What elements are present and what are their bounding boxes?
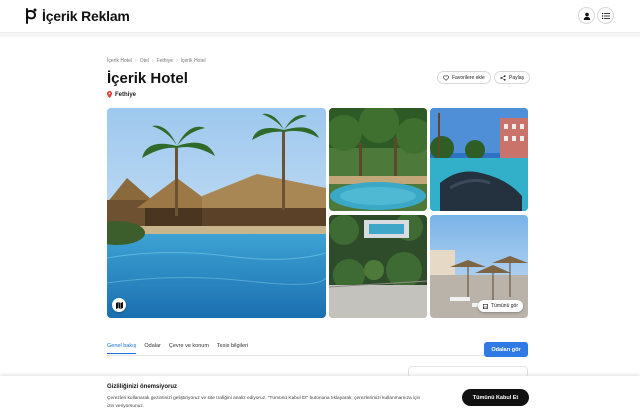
share-icon xyxy=(500,74,506,81)
tab-overview[interactable]: Genel bakış xyxy=(107,343,137,354)
gallery-photo-2[interactable] xyxy=(329,108,427,211)
gallery-icon xyxy=(483,303,489,309)
share-button[interactable]: Paylaş xyxy=(494,71,531,84)
share-label: Paylaş xyxy=(509,74,525,81)
map-button[interactable] xyxy=(112,298,126,312)
heart-icon xyxy=(443,74,449,81)
hotel-detail-page: İçerik Hotel › Otel › Fethiye › İçerik Hote… xyxy=(0,37,640,420)
gallery-photo-main[interactable] xyxy=(107,108,326,318)
accept-all-cookies-button[interactable]: Tümünü Kabul Et xyxy=(462,389,529,406)
location-text: Fethiye xyxy=(115,91,137,98)
favorite-button[interactable]: Favorilere ekle xyxy=(437,71,491,84)
breadcrumb: İçerik Hotel › Otel › Fethiye › İçerik Hote… xyxy=(107,58,206,64)
cookie-title: Gizliliğinizi önemsiyoruz xyxy=(107,384,178,390)
favorite-label: Favorilere ekle xyxy=(452,74,485,81)
cookie-banner: Gizliliğinizi önemsiyoruz Çerezleri kull… xyxy=(0,376,640,420)
top-navbar: İçerik Reklam xyxy=(0,0,640,33)
tab-rooms[interactable]: Odalar xyxy=(144,343,161,354)
breadcrumb-item: İçerik Hotel xyxy=(180,58,206,64)
cookie-description: Çerezleri kullanarak gezintinizi gelişti… xyxy=(107,396,421,409)
see-rooms-button[interactable]: Odaları gör xyxy=(484,342,528,357)
user-icon xyxy=(583,12,590,20)
brand-logo[interactable]: İçerik Reklam xyxy=(24,7,130,25)
list-icon xyxy=(601,12,610,19)
see-all-photos-button[interactable]: Tümünü gör xyxy=(478,300,523,312)
brand-mark-icon xyxy=(26,8,37,24)
location-pin-icon xyxy=(107,91,112,98)
user-button[interactable] xyxy=(578,7,595,24)
map-icon xyxy=(115,301,123,309)
brand-name: İçerik Reklam xyxy=(42,8,130,24)
breadcrumb-item[interactable]: Otel xyxy=(140,58,149,64)
hotel-title: İçerik Hotel xyxy=(107,70,188,87)
menu-button[interactable] xyxy=(597,7,614,24)
garden-pool-image xyxy=(329,108,427,211)
breadcrumb-item[interactable]: İçerik Hotel xyxy=(107,58,132,64)
gallery-photo-5[interactable]: Tümünü gör xyxy=(430,215,528,318)
breadcrumb-item[interactable]: Fethiye xyxy=(157,58,173,64)
see-all-label: Tümünü gör xyxy=(491,303,518,309)
section-tabs: Genel bakış Odalar Çevre ve konum Tesis … xyxy=(107,343,248,354)
tab-surroundings[interactable]: Çevre ve konum xyxy=(169,343,209,354)
aerial-villa-image xyxy=(329,215,427,318)
hotel-location[interactable]: Fethiye xyxy=(107,91,136,98)
gallery-photo-3[interactable] xyxy=(430,108,528,211)
pool-resort-image xyxy=(107,108,326,318)
gallery-photo-4[interactable] xyxy=(329,215,427,318)
tab-facility-info[interactable]: Tesis bilgileri xyxy=(217,343,248,354)
rock-pool-image xyxy=(430,108,528,211)
tabs-divider xyxy=(107,355,528,356)
